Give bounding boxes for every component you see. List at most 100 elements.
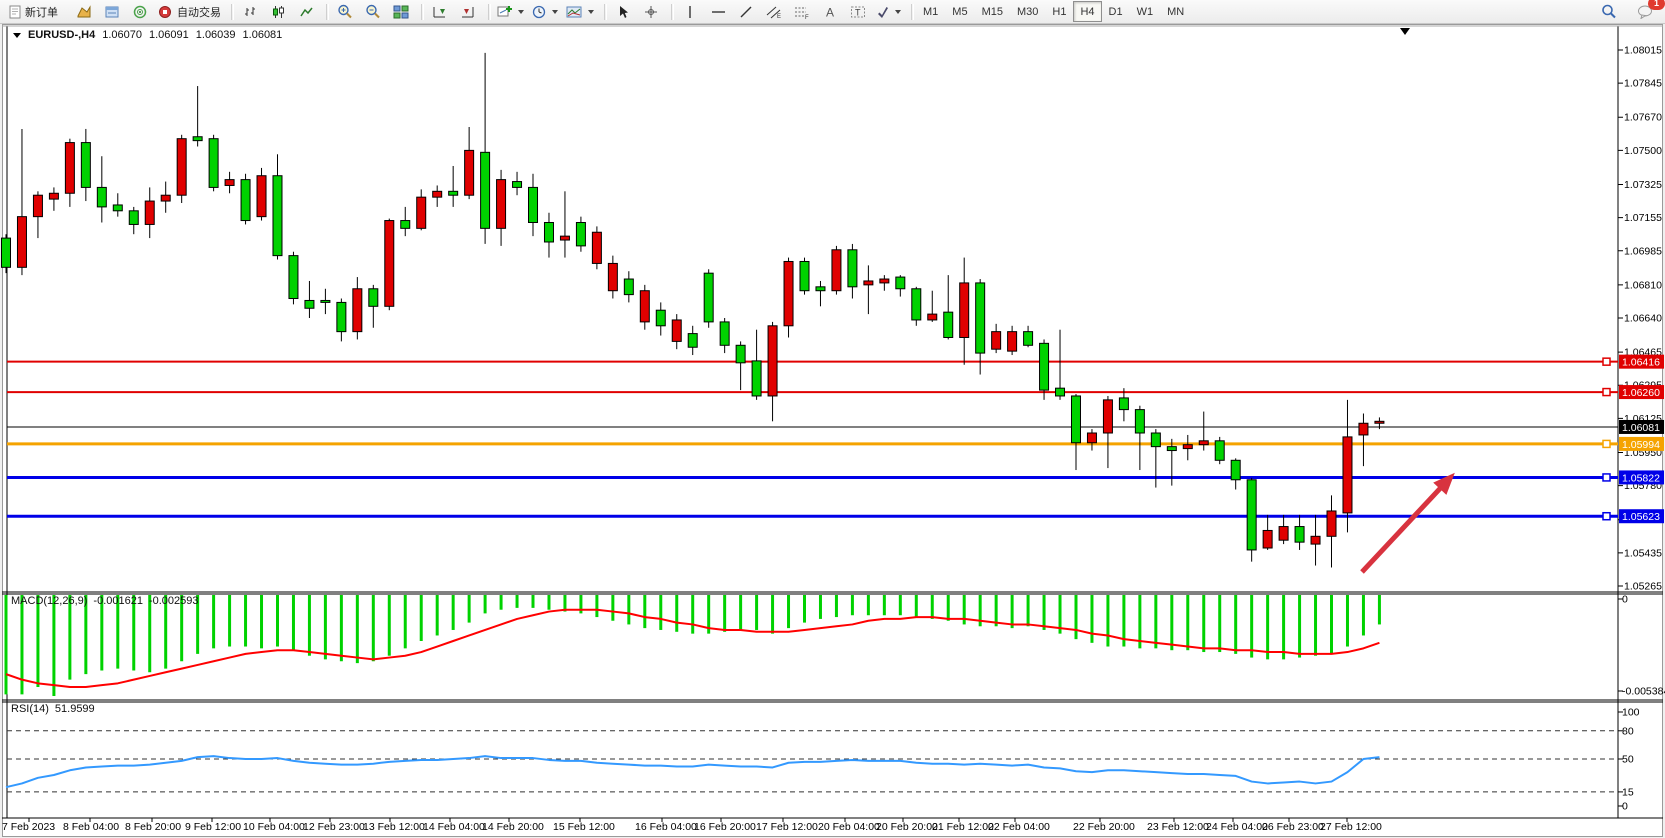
fibonacci-icon: F (794, 5, 810, 19)
cursor-button[interactable] (609, 1, 637, 23)
zoom-in-icon (337, 4, 353, 19)
channel-button[interactable]: E (760, 1, 788, 23)
time-tick: 21 Feb 12:00 (932, 821, 994, 833)
dropdown-caret-icon (518, 10, 524, 14)
ohlc-low: 1.06039 (196, 29, 236, 41)
time-tick: 26 Feb 23:00 (1262, 821, 1324, 833)
rsi-axis-tick: 50 (1622, 754, 1634, 766)
level-handle-support-1[interactable] (1603, 474, 1610, 481)
chart-canvas[interactable]: 1.080151.078451.076701.075001.073251.071… (0, 0, 1665, 838)
price-badge-label: 1.05994 (1622, 439, 1660, 451)
new-chart-icon (497, 5, 513, 19)
timeframe-M5[interactable]: M5 (945, 1, 974, 22)
autotrade-button[interactable]: 自动交易 (154, 1, 225, 23)
new-order-button[interactable]: 新订单 (4, 1, 62, 23)
ohlc-open: 1.06070 (102, 29, 142, 41)
search-button[interactable] (1595, 1, 1623, 23)
price-badge-label: 1.06081 (1622, 422, 1660, 434)
rsi-axis-tick: 15 (1622, 786, 1634, 798)
timeframe-M1[interactable]: M1 (916, 1, 945, 22)
toolbar-separator (488, 4, 489, 20)
trendline-icon (739, 5, 753, 19)
price-tick: 1.06810 (1624, 279, 1662, 291)
line-chart-button[interactable] (292, 1, 320, 23)
timeframe-D1[interactable]: D1 (1102, 1, 1130, 22)
level-handle-pivot-orange[interactable] (1603, 440, 1610, 447)
market-watch-icon (104, 5, 120, 19)
notifications-button[interactable]: 1 (1631, 1, 1659, 23)
horizontal-line-button[interactable] (704, 1, 732, 23)
timeframe-switcher: M1M5M15M30H1H4D1W1MN (916, 1, 1191, 23)
arrow-objects-icon (876, 5, 890, 19)
time-tick: 14 Feb 04:00 (423, 821, 485, 833)
rsi-name: RSI(14) (11, 703, 49, 715)
timeframe-MN[interactable]: MN (1160, 1, 1191, 22)
new-chart-button[interactable] (493, 1, 528, 23)
time-tick: 7 Feb 2023 (2, 821, 55, 833)
timeframe-H4[interactable]: H4 (1073, 1, 1101, 22)
zoom-out-button[interactable] (359, 1, 387, 23)
timeframe-M30[interactable]: M30 (1010, 1, 1045, 22)
navigator-icon (132, 5, 148, 19)
market-watch-button[interactable] (98, 1, 126, 23)
time-tick: 14 Feb 20:00 (482, 821, 544, 833)
rsi-axis-tick: 100 (1622, 707, 1640, 719)
ohlc-high: 1.06091 (149, 29, 189, 41)
arrow-objects-button[interactable] (872, 1, 905, 23)
crosshair-button[interactable] (637, 1, 665, 23)
text-button[interactable]: A (816, 1, 844, 23)
rsi-indicator-label: RSI(14) 51.9599 (11, 703, 95, 715)
time-tick: 9 Feb 12:00 (185, 821, 241, 833)
macd-axis-tick: -0.005384 (1622, 686, 1665, 698)
candlestick-chart-button[interactable] (264, 1, 292, 23)
period-button[interactable] (528, 1, 562, 23)
period-icon (532, 5, 547, 19)
candlestick-chart-icon (271, 5, 286, 19)
autotrade-label: 自动交易 (177, 4, 221, 20)
fibonacci-button[interactable]: F (788, 1, 816, 23)
svg-text:F: F (805, 15, 809, 19)
toolbar-separator (231, 4, 232, 20)
time-tick: 13 Feb 12:00 (363, 821, 425, 833)
level-handle-support-2[interactable] (1603, 513, 1610, 520)
price-badge-label: 1.06260 (1622, 387, 1660, 399)
navigator-button[interactable] (126, 1, 154, 23)
timeframe-M15[interactable]: M15 (975, 1, 1010, 22)
macd-name: MACD(12,26,9) (11, 595, 87, 607)
ohlc-close: 1.06081 (243, 29, 283, 41)
svg-text:T: T (855, 7, 861, 17)
toolbar: 新订单 自动交易 (0, 0, 1665, 24)
auto-arrange-icon (432, 5, 448, 19)
charts-icon (76, 5, 92, 19)
timeframe-W1[interactable]: W1 (1130, 1, 1161, 22)
vertical-line-button[interactable] (676, 1, 704, 23)
bar-chart-icon (243, 5, 258, 19)
timeframe-H1[interactable]: H1 (1045, 1, 1073, 22)
template-button[interactable] (562, 1, 598, 23)
bar-chart-button[interactable] (236, 1, 264, 23)
cursor-icon (617, 5, 630, 19)
level-handle-resistance-2[interactable] (1603, 389, 1610, 396)
rsi-axis-tick: 0 (1622, 801, 1628, 813)
price-tick: 1.08015 (1624, 45, 1662, 57)
autotrade-icon (158, 5, 174, 19)
macd-axis-tick: 0 (1622, 594, 1628, 606)
tile-windows-icon (393, 5, 409, 19)
charts-button[interactable] (70, 1, 98, 23)
chart-title: EURUSD-,H4 1.06070 1.06091 1.06039 1.060… (13, 29, 282, 41)
price-tick: 1.07325 (1624, 179, 1662, 191)
tile-windows-button[interactable] (387, 1, 415, 23)
trendline-button[interactable] (732, 1, 760, 23)
text-icon: A (824, 5, 837, 19)
level-handle-resistance-1[interactable] (1603, 358, 1610, 365)
auto-arrange-button[interactable] (426, 1, 454, 23)
text-label-button[interactable]: T (844, 1, 872, 23)
time-tick: 12 Feb 23:00 (303, 821, 365, 833)
toolbar-separator (421, 4, 422, 20)
zoom-in-button[interactable] (331, 1, 359, 23)
time-tick: 8 Feb 04:00 (63, 821, 119, 833)
symbol-dropdown-icon[interactable] (13, 33, 21, 38)
chart-shift-button[interactable] (454, 1, 482, 23)
price-badge-label: 1.06416 (1622, 357, 1660, 369)
rsi-value: 51.9599 (55, 703, 95, 715)
